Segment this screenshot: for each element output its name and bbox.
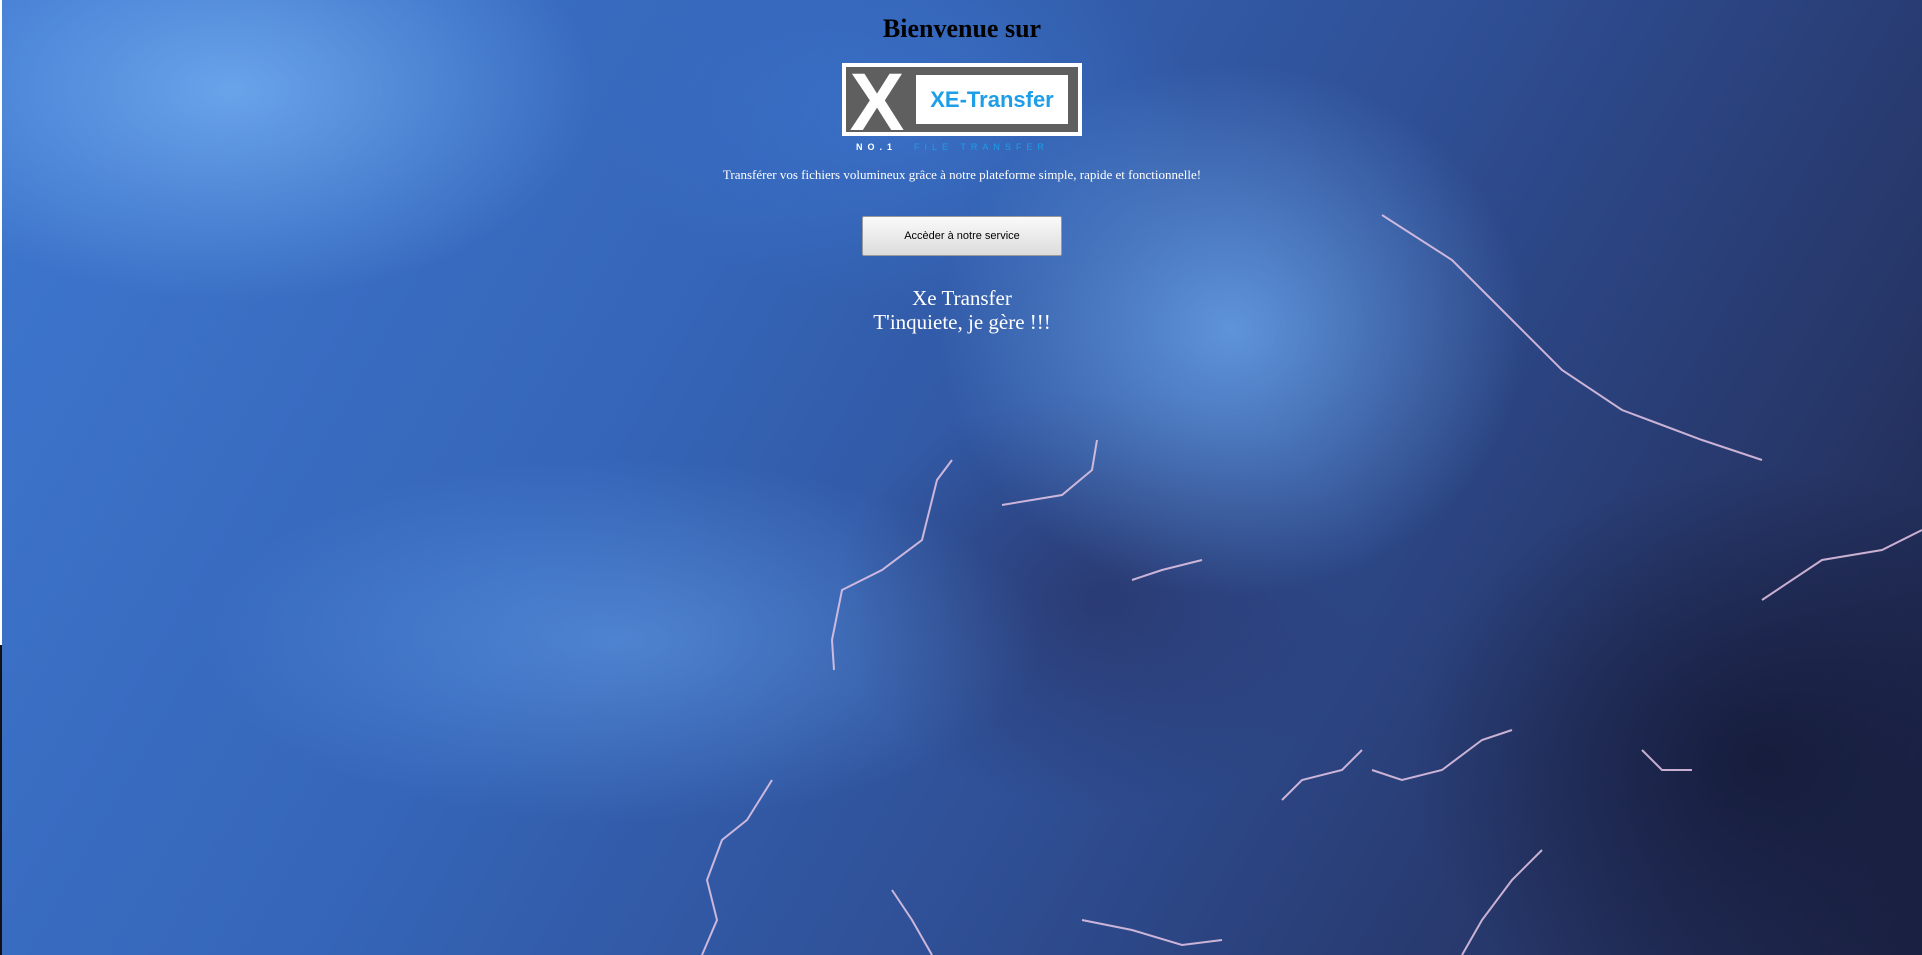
svg-text:XE-Transfer: XE-Transfer (930, 87, 1054, 112)
svg-text:X: X (850, 63, 905, 148)
footer-brand-name: Xe Transfer (912, 286, 1012, 310)
svg-text:FILE TRANSFER: FILE TRANSFER (914, 142, 1049, 152)
svg-text:NO.1: NO.1 (856, 142, 897, 152)
access-service-button[interactable]: Accèder à notre service (862, 216, 1062, 256)
welcome-heading: Bienvenue sur (882, 14, 1042, 43)
xe-transfer-logo: X XE-Transfer NO.1 FILE TRANSFER (842, 63, 1082, 152)
footer-slogan: T'inquiete, je gère !!! (873, 310, 1051, 334)
left-edge-strip (0, 645, 2, 955)
service-tagline: Transférer vos fichiers volumineux grâce… (722, 167, 1202, 182)
